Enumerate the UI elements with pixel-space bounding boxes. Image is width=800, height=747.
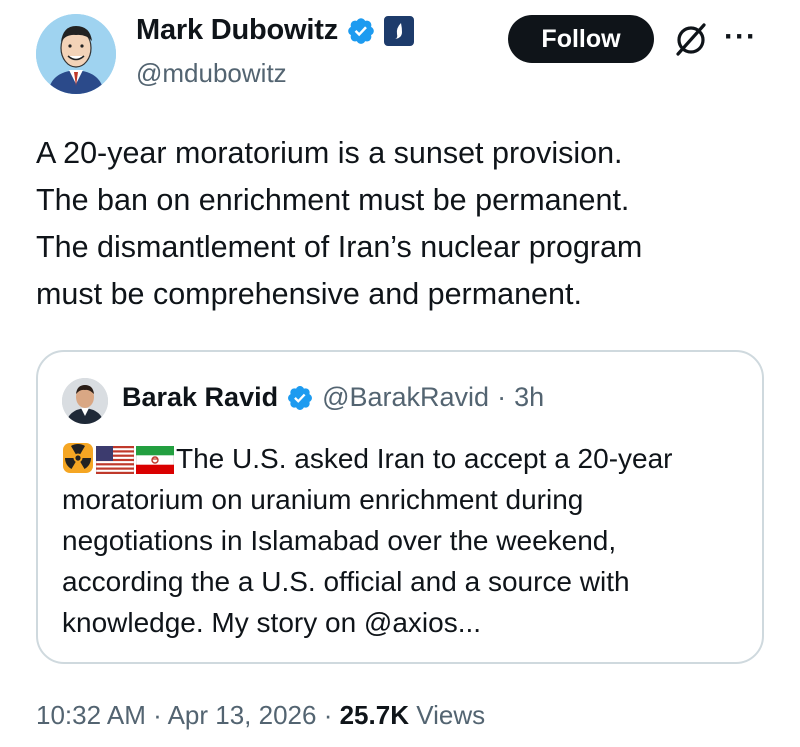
meta-separator: · — [323, 700, 333, 730]
us-flag-emoji — [96, 446, 134, 474]
tweet-date[interactable]: Apr 13, 2026 — [168, 700, 317, 730]
quoted-timestamp[interactable]: 3h — [514, 382, 544, 413]
author-display-name[interactable]: Mark Dubowitz — [136, 14, 338, 47]
verified-badge-icon — [348, 17, 374, 44]
quoted-tweet-card[interactable]: Barak Ravid @BarakRavid · 3h The U.S. as… — [36, 350, 764, 664]
meta-separator: · — [153, 700, 162, 730]
quoted-header: Barak Ravid @BarakRavid · 3h — [122, 382, 544, 413]
tweet-text: A 20-year moratorium is a sunset provisi… — [36, 136, 643, 311]
tweet-meta: 10:32 AM · Apr 13, 2026 · 25.7K Views — [36, 700, 485, 731]
radioactive-emoji — [63, 443, 93, 473]
author-name-row: Mark Dubowitz — [136, 14, 415, 47]
affiliation-badge-icon[interactable] — [384, 15, 415, 46]
quoted-handle[interactable]: @BarakRavid — [322, 382, 489, 413]
quoted-text-block: The U.S. asked Iran to accept a 20-year … — [62, 438, 732, 643]
quoted-separator: · — [497, 382, 507, 412]
grok-icon[interactable] — [672, 20, 710, 58]
quoted-verified-badge-icon — [288, 385, 313, 410]
author-handle[interactable]: @mdubowitz — [136, 58, 287, 89]
more-icon[interactable]: ··· — [724, 22, 757, 52]
iran-flag-emoji — [136, 446, 174, 474]
views-count[interactable]: 25.7K — [340, 700, 409, 730]
quoted-display-name[interactable]: Barak Ravid — [122, 382, 278, 413]
tweet-time[interactable]: 10:32 AM — [36, 700, 146, 730]
quoted-author-avatar[interactable] — [62, 378, 108, 424]
views-label: Views — [416, 700, 486, 730]
follow-button[interactable]: Follow — [508, 15, 654, 63]
author-avatar[interactable] — [36, 14, 116, 94]
tweet: Mark Dubowitz @mdubowitz Follow ··· A 20… — [0, 0, 800, 747]
